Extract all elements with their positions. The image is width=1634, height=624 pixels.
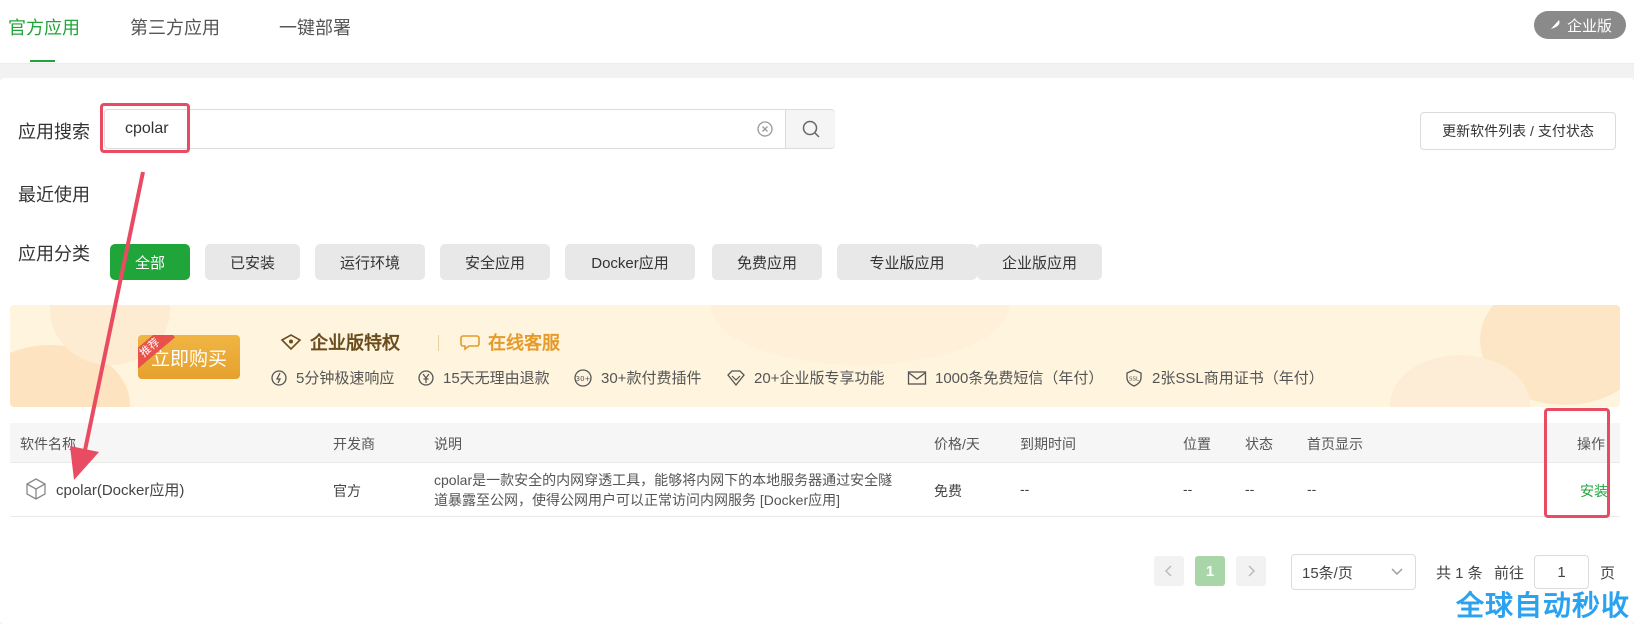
recent-used-label: 最近使用 bbox=[18, 185, 90, 205]
category-security[interactable]: 安全应用 bbox=[440, 244, 550, 280]
lightning-clock-icon bbox=[271, 369, 287, 386]
th-expiry: 到期时间 bbox=[1020, 436, 1076, 452]
enterprise-badge-label: 企业版 bbox=[1566, 17, 1612, 35]
feature-text: 5分钟极速响应 bbox=[296, 370, 395, 387]
plugin-badge-icon: 30+ bbox=[574, 368, 592, 387]
buy-now-button[interactable]: 推荐 立即购买 bbox=[138, 335, 240, 379]
package-cube-icon bbox=[26, 478, 46, 500]
search-input[interactable] bbox=[105, 110, 785, 148]
th-price: 价格/天 bbox=[934, 436, 980, 452]
expiry-cell: -- bbox=[1020, 481, 1030, 497]
tab-one-click-deploy[interactable]: 一键部署 bbox=[279, 14, 351, 40]
feature-text: 15天无理由退款 bbox=[443, 370, 550, 387]
chevron-down-icon bbox=[1391, 568, 1403, 575]
search-button[interactable] bbox=[785, 110, 835, 148]
feature-plugins: 30+ 30+款付费插件 bbox=[573, 367, 701, 388]
enterprise-promo-banner: 推荐 立即购买 企业版特权 在线客服 5分钟极速响应 15天无理由退款 30+ … bbox=[10, 305, 1620, 407]
category-label: 应用分类 bbox=[18, 244, 90, 264]
active-tab-indicator bbox=[30, 60, 55, 62]
search-highlight-box bbox=[100, 103, 190, 153]
banner-decoration bbox=[710, 305, 1010, 365]
watermark: 全球自动秒收 bbox=[1456, 590, 1631, 621]
tab-official-apps[interactable]: 官方应用 bbox=[8, 14, 80, 40]
category-runtime[interactable]: 运行环境 bbox=[315, 244, 425, 280]
th-description: 说明 bbox=[434, 436, 462, 452]
feature-exclusive: 20+企业版专享功能 bbox=[726, 367, 884, 388]
prev-page-button[interactable] bbox=[1154, 556, 1184, 586]
chevron-right-icon bbox=[1248, 565, 1256, 577]
app-name-text: cpolar(Docker应用) bbox=[56, 481, 185, 499]
feature-text: 1000条免费短信（年付） bbox=[935, 370, 1104, 387]
th-status: 状态 bbox=[1245, 436, 1273, 452]
price-cell: 免费 bbox=[934, 483, 962, 499]
location-cell: -- bbox=[1183, 481, 1193, 497]
next-page-button[interactable] bbox=[1236, 556, 1266, 586]
svg-text:SSL: SSL bbox=[1129, 376, 1140, 382]
search-icon bbox=[802, 120, 820, 138]
status-cell: -- bbox=[1245, 481, 1255, 497]
main-panel: 应用搜索 更新软件列表 / 支付状态 最近使用 应用分类 全部 已安装 运行环境… bbox=[0, 78, 1634, 624]
category-all[interactable]: 全部 bbox=[110, 244, 190, 280]
enterprise-privilege-title: 企业版特权 bbox=[280, 329, 400, 355]
top-tab-bar: 官方应用 第三方应用 一键部署 企业版 bbox=[0, 0, 1634, 64]
feature-text: 20+企业版专享功能 bbox=[754, 370, 885, 387]
online-service-text: 在线客服 bbox=[488, 333, 560, 353]
svg-text:30+: 30+ bbox=[576, 375, 591, 383]
tab-third-party-apps[interactable]: 第三方应用 bbox=[130, 14, 220, 40]
th-software-name: 软件名称 bbox=[20, 436, 76, 452]
promo-divider bbox=[438, 335, 439, 351]
search-box bbox=[104, 109, 835, 149]
chat-icon bbox=[460, 335, 480, 351]
homepage-cell: -- bbox=[1307, 481, 1317, 497]
feature-text: 30+款付费插件 bbox=[601, 370, 702, 387]
feature-refund: 15天无理由退款 bbox=[417, 367, 550, 388]
feather-icon bbox=[1549, 20, 1560, 30]
page-unit-label: 页 bbox=[1600, 565, 1616, 582]
feature-ssl: SSL 2张SSL商用证书（年付） bbox=[1124, 367, 1324, 388]
clear-icon[interactable] bbox=[755, 119, 775, 139]
category-installed[interactable]: 已安装 bbox=[205, 244, 300, 280]
yuan-icon bbox=[418, 369, 434, 386]
category-free[interactable]: 免费应用 bbox=[712, 244, 822, 280]
feature-sms: 1000条免费短信（年付） bbox=[907, 367, 1103, 388]
category-pro[interactable]: 专业版应用 bbox=[837, 244, 977, 280]
action-highlight-box bbox=[1544, 408, 1610, 518]
online-service-link[interactable]: 在线客服 bbox=[460, 329, 560, 355]
diamond-icon bbox=[727, 369, 745, 386]
page-size-value: 15条/页 bbox=[1302, 564, 1353, 582]
chevron-left-icon bbox=[1164, 565, 1172, 577]
page-1-button[interactable]: 1 bbox=[1195, 556, 1225, 586]
th-homepage-display: 首页显示 bbox=[1307, 436, 1363, 452]
th-location: 位置 bbox=[1183, 436, 1211, 452]
refresh-software-list-button[interactable]: 更新软件列表 / 支付状态 bbox=[1420, 112, 1616, 150]
enterprise-badge[interactable]: 企业版 bbox=[1534, 11, 1626, 39]
description-cell: cpolar是一款安全的内网穿透工具，能够将内网下的本地服务器通过安全隧道暴露至… bbox=[434, 472, 893, 508]
table-header: 软件名称 开发商 说明 价格/天 到期时间 位置 状态 首页显示 操作 bbox=[10, 423, 1620, 463]
category-docker[interactable]: Docker应用 bbox=[565, 244, 695, 280]
th-developer: 开发商 bbox=[333, 436, 375, 452]
page-size-select[interactable]: 15条/页 bbox=[1291, 554, 1416, 590]
app-name-cell: cpolar(Docker应用) bbox=[24, 477, 184, 501]
crown-icon bbox=[280, 334, 302, 351]
developer-cell: 官方 bbox=[333, 483, 361, 499]
table-row: cpolar(Docker应用) 官方 cpolar是一款安全的内网穿透工具，能… bbox=[10, 463, 1620, 517]
category-enterprise[interactable]: 企业版应用 bbox=[977, 244, 1102, 280]
ssl-shield-icon: SSL bbox=[1126, 368, 1142, 387]
total-count: 共 1 条 bbox=[1436, 565, 1483, 582]
feature-fast-response: 5分钟极速响应 bbox=[270, 367, 394, 388]
mail-icon bbox=[907, 370, 927, 385]
goto-label: 前往 bbox=[1494, 565, 1525, 582]
feature-text: 2张SSL商用证书（年付） bbox=[1152, 370, 1324, 387]
enterprise-privilege-text: 企业版特权 bbox=[310, 333, 400, 353]
search-label: 应用搜索 bbox=[18, 122, 90, 142]
